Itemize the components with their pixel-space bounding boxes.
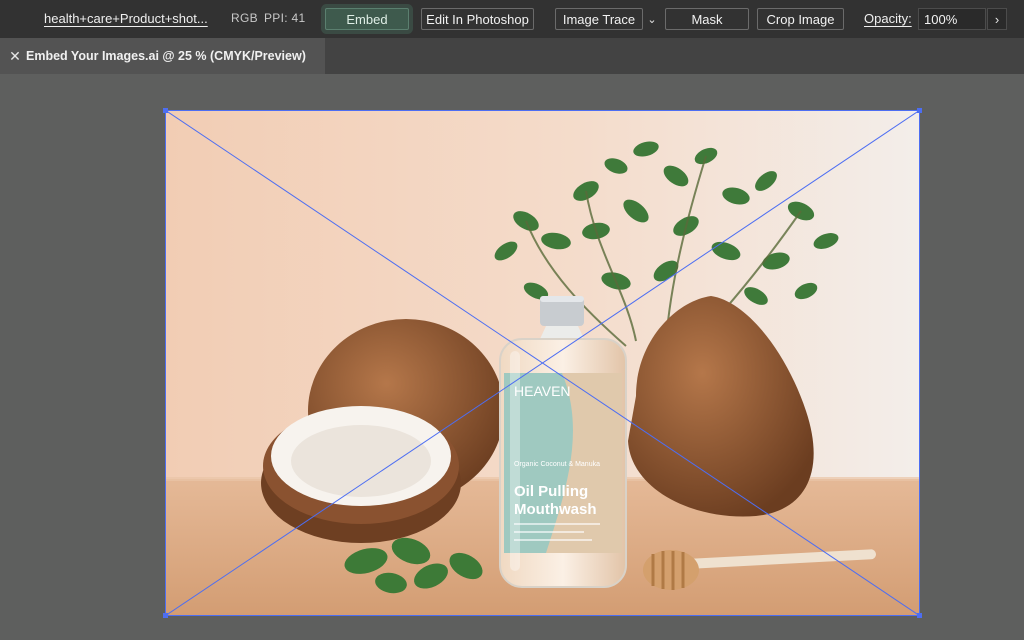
close-icon[interactable]: ✕ [4,48,26,65]
document-tab-title: Embed Your Images.ai @ 25 % (CMYK/Previe… [26,49,306,63]
embed-button[interactable]: Embed [325,8,409,30]
opacity-input[interactable] [918,8,986,30]
placed-image[interactable]: HEAVEN Organic Coconut & Manuka Oil Pull… [166,111,919,615]
resize-handle-bottom-left[interactable] [163,613,168,618]
image-trace-button[interactable]: Image Trace [555,8,643,30]
document-tab[interactable]: ✕ Embed Your Images.ai @ 25 % (CMYK/Prev… [0,38,325,74]
resize-handle-top-left[interactable] [163,108,168,113]
artboard-canvas[interactable]: HEAVEN Organic Coconut & Manuka Oil Pull… [0,74,1024,640]
resize-handle-top-right[interactable] [917,108,922,113]
edit-in-photoshop-button[interactable]: Edit In Photoshop [421,8,534,30]
coconut-half [261,406,461,543]
bottle-brand: HEAVEN [514,383,571,399]
mouthwash-bottle: HEAVEN Organic Coconut & Manuka Oil Pull… [499,296,627,588]
bottle-title-line1: Oil Pulling [514,483,588,500]
crop-image-button[interactable]: Crop Image [757,8,844,30]
bottle-title-line2: Mouthwash [514,501,597,518]
document-tab-bar: ✕ Embed Your Images.ai @ 25 % (CMYK/Prev… [0,38,1024,74]
control-bar: health+care+Product+shot... RGB PPI: 41 … [0,0,1024,38]
chevron-right-icon[interactable]: › [987,8,1007,30]
bottle-variant: Organic Coconut & Manuka [514,461,600,468]
ppi-readout: PPI: 41 [264,11,306,25]
mask-button[interactable]: Mask [665,8,749,30]
opacity-label[interactable]: Opacity: [864,11,912,26]
color-mode: RGB [231,11,258,25]
resize-handle-bottom-right[interactable] [917,613,922,618]
linked-filename[interactable]: health+care+Product+shot... [44,11,208,26]
chevron-down-icon[interactable]: ⌄ [645,8,659,30]
